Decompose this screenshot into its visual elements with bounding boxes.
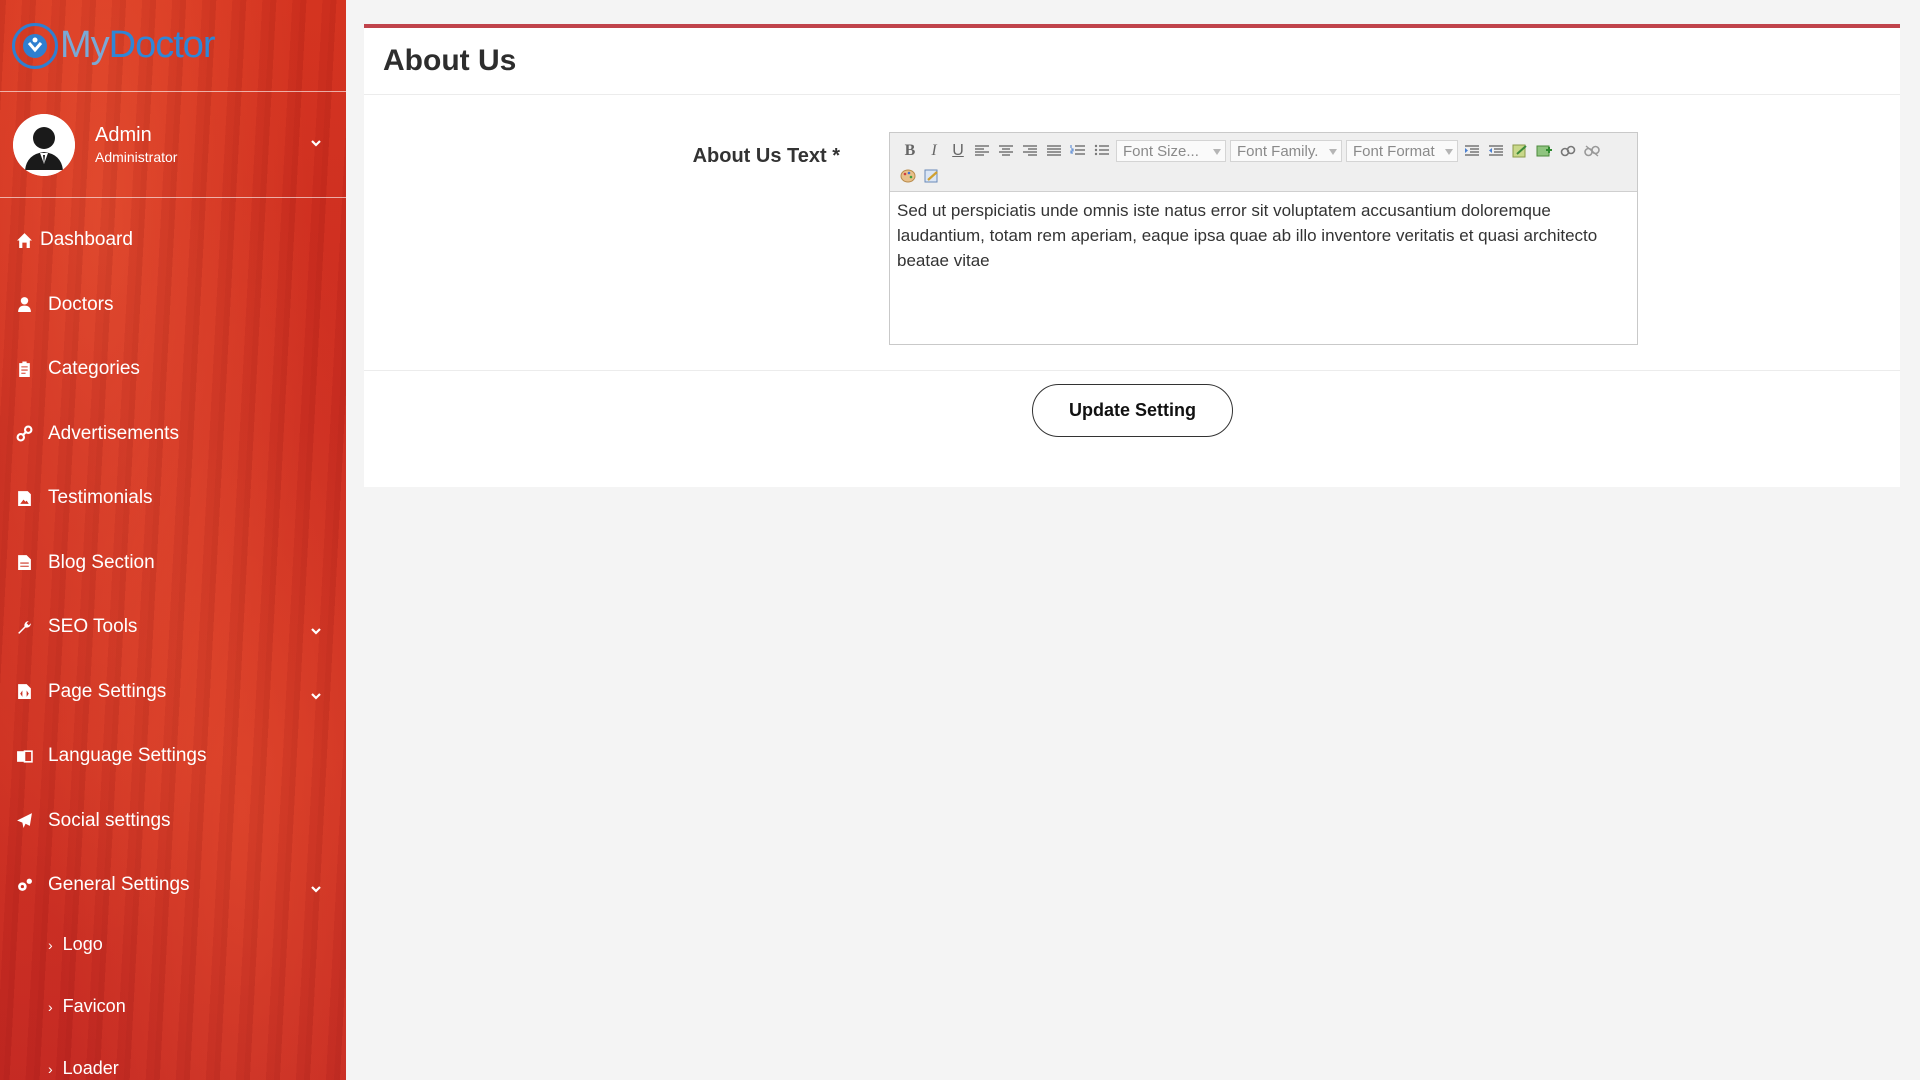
sidebar-item-testimonials[interactable]: Testimonials <box>0 466 346 531</box>
user-name: Admin <box>95 124 152 146</box>
sidebar-item-social[interactable]: Social settings <box>0 789 346 854</box>
sidebar-item-language[interactable]: Language Settings <box>0 724 346 789</box>
gears-icon <box>14 877 34 894</box>
form-actions: Update Setting <box>364 371 1900 485</box>
file-code-icon <box>14 683 34 700</box>
file-text-icon <box>14 554 34 571</box>
chevron-down-icon[interactable] <box>310 136 322 152</box>
content-panel: About Us About Us Text * B I U Font Size… <box>364 24 1900 487</box>
sidebar-item-label: Language Settings <box>48 745 207 767</box>
panel-header: About Us <box>364 28 1900 95</box>
edit-html-icon[interactable] <box>1508 140 1532 162</box>
clipboard-icon <box>14 361 34 378</box>
unlink-icon[interactable] <box>1580 140 1604 162</box>
sidebar-item-categories[interactable]: Categories <box>0 337 346 402</box>
sidebar-item-doctors[interactable]: Doctors <box>0 273 346 338</box>
chevron-down-icon <box>310 686 322 708</box>
sidebar-subitem-label: Favicon <box>62 996 126 1016</box>
sidebar-subitem-label: Logo <box>62 934 103 954</box>
sidebar-item-label: Social settings <box>48 809 171 831</box>
rich-text-editor: B I U Font Size... Font Family. Font For… <box>889 132 1638 345</box>
sidebar-item-label: Advertisements <box>48 422 179 444</box>
sidebar-nav: Dashboard Doctors Categories Advertiseme… <box>0 198 346 1080</box>
sidebar-item-seo[interactable]: SEO Tools <box>0 595 346 660</box>
underline-button[interactable]: U <box>946 140 970 162</box>
align-left-icon[interactable] <box>970 140 994 162</box>
edit-source-icon[interactable] <box>920 165 944 187</box>
indent-icon[interactable] <box>1460 140 1484 162</box>
sidebar-subitem-label: Loader <box>62 1058 119 1078</box>
unordered-list-icon[interactable] <box>1090 140 1114 162</box>
sidebar-item-label: Categories <box>48 358 140 380</box>
sidebar-subitem-favicon[interactable]: › Favicon <box>0 976 346 1038</box>
chevron-right-icon: › <box>48 1060 53 1077</box>
sidebar-item-label: Blog Section <box>48 551 155 573</box>
align-right-icon[interactable] <box>1018 140 1042 162</box>
sidebar-item-label: General Settings <box>48 874 190 896</box>
sidebar-item-label: Doctors <box>48 293 114 315</box>
insert-image-icon[interactable] <box>1532 140 1556 162</box>
chevron-down-icon <box>310 879 322 901</box>
user-md-icon <box>14 296 34 313</box>
sidebar-item-advertisements[interactable]: Advertisements <box>0 402 346 467</box>
chevron-down-icon <box>310 621 322 643</box>
about-text-label: About Us Text * <box>692 145 840 167</box>
color-palette-icon[interactable] <box>896 165 920 187</box>
logo-text: MyDoctor <box>60 24 216 66</box>
user-role: Administrator <box>95 149 178 165</box>
user-profile[interactable]: Admin Administrator <box>0 92 346 198</box>
logo-icon <box>12 22 58 69</box>
align-justify-icon[interactable] <box>1042 140 1066 162</box>
sidebar-subitem-logo[interactable]: › Logo <box>0 914 346 976</box>
home-icon <box>14 232 34 249</box>
editor-toolbar: B I U Font Size... Font Family. Font For… <box>890 133 1637 192</box>
editor-content-area[interactable]: Sed ut perspiciatis unde omnis iste natu… <box>890 192 1637 279</box>
page-title: About Us <box>383 44 517 77</box>
paper-plane-icon <box>14 812 34 829</box>
sidebar-item-label: SEO Tools <box>48 616 138 638</box>
italic-button[interactable]: I <box>922 140 946 162</box>
outdent-icon[interactable] <box>1484 140 1508 162</box>
form-group: About Us Text * B I U Font Size... Font … <box>364 95 1900 371</box>
image-file-icon <box>14 490 34 507</box>
chevron-right-icon: › <box>48 936 53 953</box>
ordered-list-icon[interactable] <box>1066 140 1090 162</box>
font-family-select[interactable]: Font Family. <box>1230 140 1342 162</box>
align-center-icon[interactable] <box>994 140 1018 162</box>
update-setting-button[interactable]: Update Setting <box>1032 384 1233 437</box>
sidebar: MyDoctor Admin Administrator Dashboard D… <box>0 0 346 1080</box>
sidebar-item-general-settings[interactable]: General Settings <box>0 853 346 918</box>
sidebar-item-label: Page Settings <box>48 680 167 702</box>
language-icon <box>14 748 34 765</box>
wrench-icon <box>14 619 34 636</box>
sidebar-item-blog[interactable]: Blog Section <box>0 531 346 596</box>
logo[interactable]: MyDoctor <box>0 0 346 92</box>
link-icon <box>14 425 34 442</box>
font-format-select[interactable]: Font Format <box>1346 140 1458 162</box>
insert-link-icon[interactable] <box>1556 140 1580 162</box>
sidebar-item-page-settings[interactable]: Page Settings <box>0 660 346 725</box>
bold-button[interactable]: B <box>898 140 922 162</box>
sidebar-item-label: Testimonials <box>48 487 153 509</box>
font-size-select[interactable]: Font Size... <box>1116 140 1226 162</box>
sidebar-item-dashboard[interactable]: Dashboard <box>0 208 346 273</box>
sidebar-item-label: Dashboard <box>40 229 133 251</box>
chevron-right-icon: › <box>48 998 53 1015</box>
sidebar-subitem-loader[interactable]: › Loader <box>0 1038 346 1080</box>
avatar <box>13 113 75 176</box>
